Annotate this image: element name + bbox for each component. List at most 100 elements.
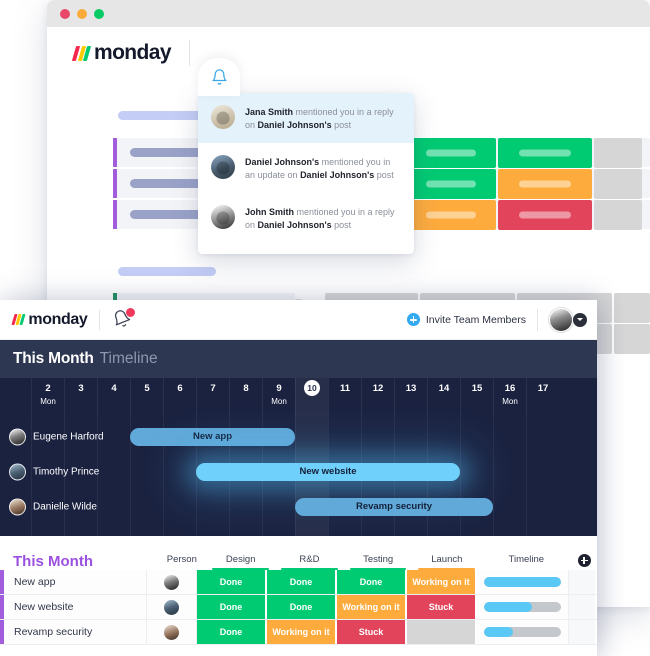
status-cell[interactable]: Working on it bbox=[407, 570, 477, 594]
row-person-cell[interactable] bbox=[147, 570, 197, 594]
timeline-day-11[interactable]: 11 bbox=[328, 378, 361, 416]
timeline-person[interactable]: Eugene Harford bbox=[9, 428, 104, 445]
row-timeline-cell[interactable] bbox=[477, 620, 569, 644]
timeline-person-name: Timothy Prince bbox=[33, 466, 100, 477]
status-cell[interactable]: Done bbox=[267, 570, 337, 594]
timeline-day-8[interactable]: 8 bbox=[229, 378, 262, 416]
timeline-task-bar[interactable]: Revamp security bbox=[295, 497, 493, 516]
close-button[interactable] bbox=[60, 8, 70, 19]
skeleton-group-title bbox=[118, 267, 216, 276]
timeline-header: This Month Timeline bbox=[0, 340, 597, 378]
status-cell-done[interactable] bbox=[406, 169, 496, 199]
day-number: 9 bbox=[276, 383, 282, 394]
timeline-task-bar[interactable]: New website bbox=[196, 462, 460, 481]
column-header-label: Person bbox=[166, 554, 197, 565]
status-cell[interactable]: Stuck bbox=[407, 595, 477, 619]
status-cell-empty[interactable] bbox=[594, 200, 642, 230]
invite-team-members-button[interactable]: Invite Team Members bbox=[406, 313, 526, 326]
timeline-day-16[interactable]: 16 Mon bbox=[493, 378, 526, 416]
status-cell-empty[interactable] bbox=[594, 169, 642, 199]
placeholder-cell bbox=[614, 324, 650, 354]
status-cell[interactable]: Done bbox=[267, 595, 337, 619]
notifications-dropdown: Jana Smith mentioned you in a reply on D… bbox=[198, 93, 414, 254]
day-number: 4 bbox=[111, 383, 117, 394]
topbar-divider bbox=[188, 40, 190, 66]
timeline-view-label: Timeline bbox=[99, 350, 158, 367]
notification-item[interactable]: John Smith mentioned you in a reply on D… bbox=[198, 193, 414, 243]
placeholder-cell bbox=[614, 293, 650, 323]
timeline-task-bar[interactable]: New app bbox=[130, 427, 295, 446]
status-cell[interactable]: Done bbox=[337, 570, 407, 594]
row-name[interactable]: Revamp security bbox=[4, 620, 147, 644]
column-header-label: Timeline bbox=[508, 554, 545, 565]
timeline-day-13[interactable]: 13 bbox=[394, 378, 427, 416]
timeline-day-4[interactable]: 4 bbox=[97, 378, 130, 416]
column-header-rnd[interactable]: R&D bbox=[275, 554, 344, 570]
column-header-launch[interactable]: Launch bbox=[412, 554, 481, 570]
day-number: 16 bbox=[504, 383, 516, 394]
table-row[interactable]: Revamp security Done Working on it Stuck bbox=[0, 620, 597, 645]
timeline-day-10[interactable]: 10 bbox=[295, 378, 328, 416]
user-menu-button[interactable] bbox=[549, 307, 587, 332]
status-cell-working[interactable] bbox=[498, 169, 592, 199]
table-row[interactable]: New website Done Done Working on it Stuck bbox=[0, 595, 597, 620]
column-header-person[interactable]: Person bbox=[157, 554, 206, 570]
timeline-day-5[interactable]: 5 bbox=[130, 378, 163, 416]
status-cell-done[interactable] bbox=[406, 138, 496, 168]
timeline-day-14[interactable]: 14 bbox=[427, 378, 460, 416]
timeline-day-9[interactable]: 9 Mon bbox=[262, 378, 295, 416]
column-header-design[interactable]: Design bbox=[206, 554, 275, 570]
row-tail-cell bbox=[569, 595, 595, 619]
maximize-button[interactable] bbox=[94, 8, 104, 19]
add-column-button[interactable] bbox=[571, 554, 597, 570]
status-cell[interactable]: Working on it bbox=[337, 595, 407, 619]
notification-target: Daniel Johnson's bbox=[257, 220, 332, 230]
status-cell-empty[interactable] bbox=[594, 138, 642, 168]
row-timeline-cell[interactable] bbox=[477, 595, 569, 619]
timeline-day-17[interactable]: 17 bbox=[526, 378, 559, 416]
timeline-person[interactable]: Timothy Prince bbox=[9, 463, 99, 480]
timeline-day-12[interactable]: 12 bbox=[361, 378, 394, 416]
timeline-day-2[interactable]: 2 Mon bbox=[31, 378, 64, 416]
notification-item[interactable]: Daniel Johnson's mentioned you in an upd… bbox=[198, 143, 414, 193]
status-cell[interactable] bbox=[407, 620, 477, 644]
monday-logo-mark bbox=[71, 45, 92, 61]
row-person-cell[interactable] bbox=[147, 620, 197, 644]
day-number: 7 bbox=[210, 383, 216, 394]
notification-item[interactable]: Jana Smith mentioned you in a reply on D… bbox=[198, 93, 414, 143]
timeline-day-7[interactable]: 7 bbox=[196, 378, 229, 416]
timeline-day-6[interactable]: 6 bbox=[163, 378, 196, 416]
monday-logo[interactable]: monday bbox=[71, 41, 172, 65]
status-cell-working[interactable] bbox=[406, 200, 496, 230]
avatar bbox=[9, 428, 26, 445]
row-timeline-cell[interactable] bbox=[477, 570, 569, 594]
plus-circle-icon bbox=[406, 313, 420, 326]
minimize-button[interactable] bbox=[77, 8, 87, 19]
status-cell-done[interactable] bbox=[498, 138, 592, 168]
avatar bbox=[211, 205, 235, 229]
progress-fill bbox=[484, 627, 514, 637]
status-cell[interactable]: Stuck bbox=[337, 620, 407, 644]
notifications-bell-tab[interactable] bbox=[198, 58, 240, 96]
column-header-timeline[interactable]: Timeline bbox=[481, 554, 571, 570]
row-name[interactable]: New app bbox=[4, 570, 147, 594]
timeline-person[interactable]: Danielle Wilde bbox=[9, 498, 97, 515]
status-cell[interactable]: Working on it bbox=[267, 620, 337, 644]
invite-team-members-label: Invite Team Members bbox=[425, 313, 526, 326]
row-tail-cell bbox=[569, 620, 595, 644]
timeline-day-3[interactable]: 3 bbox=[64, 378, 97, 416]
column-header-label: Launch bbox=[431, 554, 463, 565]
notification-target: Daniel Johnson's bbox=[257, 120, 332, 130]
monday-logo[interactable]: monday bbox=[11, 311, 88, 329]
status-cell[interactable]: Done bbox=[197, 620, 267, 644]
timeline-day-15[interactable]: 15 bbox=[460, 378, 493, 416]
column-header-testing[interactable]: Testing bbox=[344, 554, 413, 570]
status-cell[interactable]: Done bbox=[197, 595, 267, 619]
row-person-cell[interactable] bbox=[147, 595, 197, 619]
status-cell[interactable]: Done bbox=[197, 570, 267, 594]
status-cell-stuck[interactable] bbox=[498, 200, 592, 230]
row-name[interactable]: New website bbox=[4, 595, 147, 619]
notifications-bell-button[interactable] bbox=[112, 307, 136, 331]
table-row[interactable]: New app Done Done Done Working on it bbox=[0, 570, 597, 595]
plus-circle-icon bbox=[577, 554, 591, 567]
